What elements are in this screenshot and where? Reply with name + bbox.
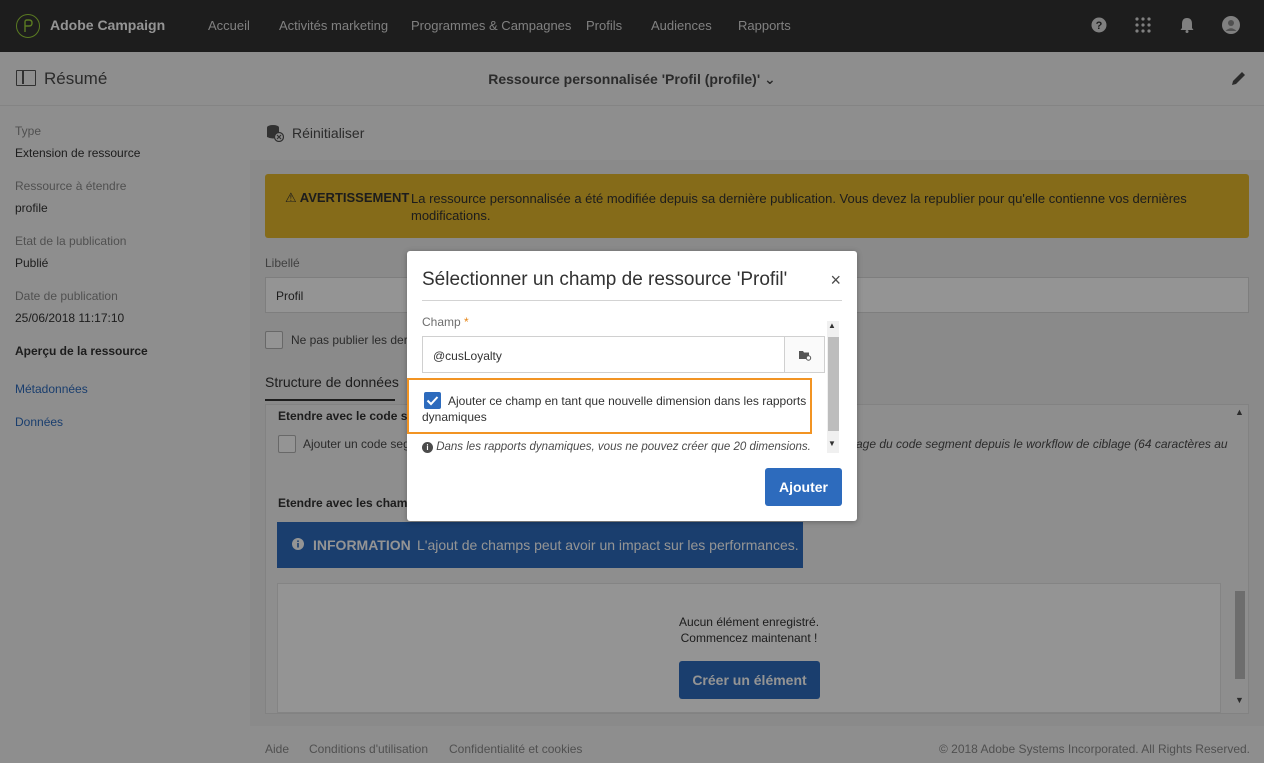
champ-input[interactable]: @cusLoyalty <box>422 336 786 373</box>
close-icon[interactable]: × <box>830 270 841 291</box>
required-marker: * <box>464 315 469 329</box>
dialog-divider <box>422 300 842 301</box>
folder-browse-icon <box>798 350 811 361</box>
hint-info-icon: i <box>422 442 433 453</box>
hint-text: Dans les rapports dynamiques, vous ne po… <box>436 441 811 453</box>
champ-label-text: Champ <box>422 315 461 329</box>
dialog-title: Sélectionner un champ de ressource 'Prof… <box>422 269 788 290</box>
dimension-hint: i Dans les rapports dynamiques, vous ne … <box>422 441 822 453</box>
champ-label: Champ * <box>422 315 469 329</box>
dialog-scroll-up-icon[interactable]: ▲ <box>828 321 836 330</box>
add-button[interactable]: Ajouter <box>765 468 842 506</box>
select-field-dialog: Sélectionner un champ de ressource 'Prof… <box>407 251 857 521</box>
dialog-scroll-down-icon[interactable]: ▼ <box>828 439 836 448</box>
dimension-checkbox-label: Ajouter ce champ en tant que nouvelle di… <box>422 394 807 424</box>
dialog-scrollbar-thumb[interactable] <box>828 337 839 431</box>
browse-field-button[interactable] <box>784 336 825 373</box>
